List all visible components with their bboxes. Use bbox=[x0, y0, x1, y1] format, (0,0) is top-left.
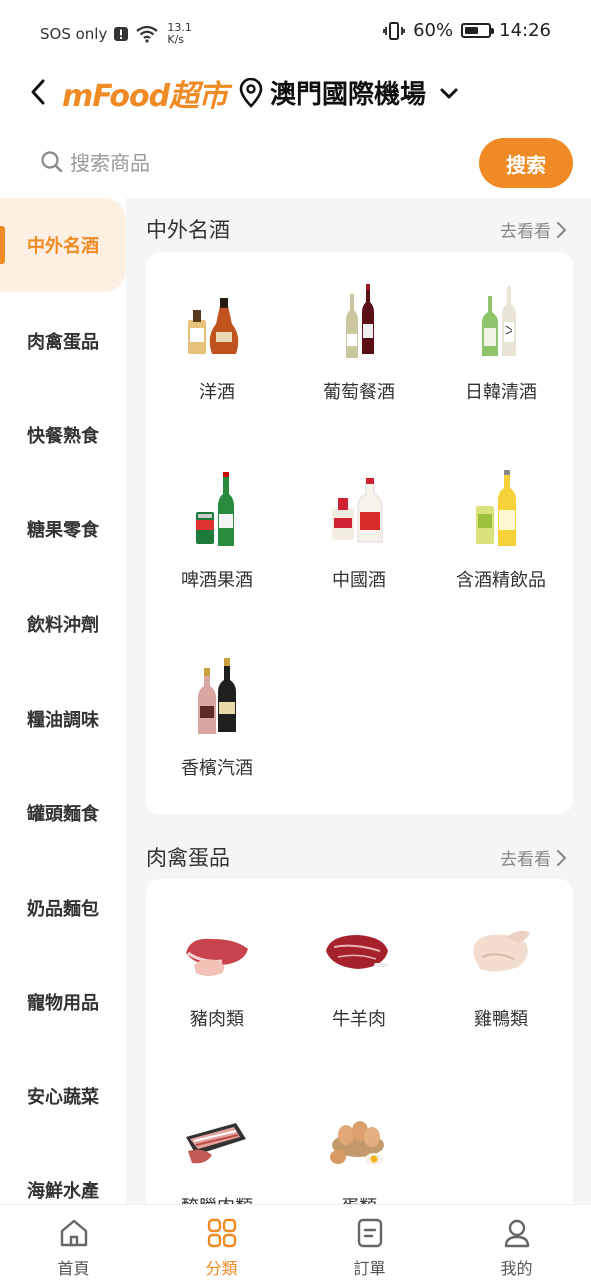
category-item-label: 中國酒 bbox=[332, 570, 386, 591]
pork-icon bbox=[186, 938, 248, 976]
category-sidebar: 中外名酒 肉禽蛋品 快餐熟食 糖果零食 飲料沖劑 糧油調味 罐頭麵食 奶品麵包 … bbox=[0, 198, 126, 1204]
sidebar-item-fast-food[interactable]: 快餐熟食 bbox=[0, 388, 126, 482]
sidebar-item-pet-supplies[interactable]: 寵物用品 bbox=[0, 955, 126, 1049]
nav-label: 我的 bbox=[500, 1259, 533, 1278]
section-header-meat-eggs: 肉禽蛋品 去看看 bbox=[146, 830, 573, 882]
chicken-icon bbox=[473, 930, 530, 972]
bottom-nav: 首頁 分類 訂單 我的 bbox=[0, 1204, 591, 1281]
wifi-icon bbox=[136, 25, 159, 43]
category-item-label: 香檳汽酒 bbox=[181, 758, 253, 779]
chevron-down-icon[interactable] bbox=[438, 82, 460, 104]
status-left: SOS only 13.1 K/s bbox=[40, 22, 192, 46]
sidebar-item-grains-seasoning[interactable]: 糧油調味 bbox=[0, 672, 126, 766]
category-item[interactable]: 中國酒 bbox=[288, 440, 430, 628]
sidebar-item-dairy-bread[interactable]: 奶品麵包 bbox=[0, 861, 126, 955]
nav-home[interactable]: 首頁 bbox=[0, 1205, 147, 1281]
wine-bottles-icon bbox=[346, 284, 374, 358]
category-item[interactable]: 醃臘肉類 bbox=[146, 1067, 288, 1204]
category-item[interactable]: 豬肉類 bbox=[146, 879, 288, 1067]
nav-category[interactable]: 分類 bbox=[148, 1205, 295, 1281]
nav-label: 分類 bbox=[205, 1259, 238, 1278]
category-item[interactable]: 蛋類 bbox=[288, 1067, 430, 1204]
cognac-bottle-icon bbox=[188, 298, 239, 354]
status-right: 60% 14:26 bbox=[383, 20, 551, 41]
section-header-liquor: 中外名酒 去看看 bbox=[146, 202, 573, 254]
category-item[interactable]: 啤酒果酒 bbox=[146, 440, 288, 628]
category-item-label: 啤酒果酒 bbox=[181, 570, 253, 591]
location-pin-icon[interactable] bbox=[238, 78, 264, 108]
category-card-liquor: 洋酒 葡萄餐酒 日韓清酒 啤酒果酒 中國酒 含酒精飲品 香檳汽酒 bbox=[146, 252, 573, 814]
sidebar-item-vegetables[interactable]: 安心蔬菜 bbox=[0, 1049, 126, 1143]
section-title: 肉禽蛋品 bbox=[146, 846, 230, 870]
sidebar-item-meat-eggs[interactable]: 肉禽蛋品 bbox=[0, 294, 126, 388]
category-item-label: 蛋類 bbox=[288, 1193, 430, 1204]
sake-bottles-icon bbox=[482, 286, 516, 356]
network-speed-unit: K/s bbox=[167, 33, 185, 46]
category-item-label: 雞鴨類 bbox=[474, 1009, 528, 1030]
nav-profile[interactable]: 我的 bbox=[443, 1205, 590, 1281]
category-item-label: 葡萄餐酒 bbox=[323, 382, 395, 403]
category-item-label: 豬肉類 bbox=[190, 1009, 244, 1030]
category-card-meat-eggs: 豬肉類 牛羊肉 雞鴨類 醃臘肉類 bbox=[146, 879, 573, 1204]
see-more-label: 去看看 bbox=[500, 850, 551, 870]
nav-label: 首頁 bbox=[57, 1259, 90, 1278]
alcopop-bottle-icon bbox=[476, 470, 516, 546]
category-item-label: 洋酒 bbox=[199, 382, 235, 403]
beer-bottle-icon bbox=[196, 472, 234, 546]
sidebar-item-liquor[interactable]: 中外名酒 bbox=[0, 198, 126, 292]
see-more-link[interactable]: 去看看 bbox=[500, 217, 567, 242]
sos-alert-icon bbox=[114, 27, 129, 41]
nav-label: 訂單 bbox=[353, 1259, 386, 1278]
category-item-label: 含酒精飲品 bbox=[456, 570, 546, 591]
category-item-label: 醃臘肉類 bbox=[146, 1193, 288, 1204]
category-icon bbox=[207, 1218, 237, 1248]
category-item[interactable]: 香檳汽酒 bbox=[146, 628, 288, 816]
battery-icon bbox=[461, 23, 495, 38]
category-item[interactable]: 洋酒 bbox=[146, 252, 288, 440]
category-content: 中外名酒 去看看 洋酒 葡萄餐酒 日韓清酒 啤酒果酒 中國酒 含酒精飲品 香檳汽… bbox=[126, 198, 591, 1204]
back-arrow-icon[interactable] bbox=[26, 76, 52, 108]
home-icon bbox=[60, 1219, 88, 1247]
network-speed: 13.1 K/s bbox=[167, 22, 192, 46]
sidebar-item-snacks[interactable]: 糖果零食 bbox=[0, 482, 126, 576]
sidebar-item-beverages[interactable]: 飲料沖劑 bbox=[0, 577, 126, 671]
category-item[interactable]: 含酒精飲品 bbox=[430, 440, 572, 628]
search-input[interactable] bbox=[68, 146, 452, 180]
eggs-icon bbox=[330, 1121, 384, 1165]
orders-icon bbox=[357, 1218, 383, 1248]
sidebar-item-canned-noodles[interactable]: 罐頭麵食 bbox=[0, 766, 126, 860]
chevron-right-icon bbox=[557, 849, 567, 866]
vibrate-icon bbox=[383, 21, 406, 40]
nav-orders[interactable]: 訂單 bbox=[296, 1205, 443, 1281]
search-bar: 搜索 bbox=[0, 132, 591, 194]
battery-percent: 60% bbox=[413, 20, 454, 41]
see-more-label: 去看看 bbox=[500, 222, 551, 242]
bacon-icon bbox=[186, 1123, 246, 1164]
category-item[interactable]: 牛羊肉 bbox=[288, 879, 430, 1067]
chevron-right-icon bbox=[557, 221, 567, 238]
category-item-label: 日韓清酒 bbox=[465, 382, 537, 403]
profile-icon bbox=[504, 1219, 530, 1248]
search-icon bbox=[41, 151, 63, 173]
carrier-text: SOS only bbox=[40, 25, 108, 43]
location-name[interactable]: 澳門國際機場 bbox=[270, 74, 426, 111]
category-item[interactable]: 日韓清酒 bbox=[430, 252, 572, 440]
see-more-link[interactable]: 去看看 bbox=[500, 845, 567, 870]
category-item[interactable]: 雞鴨類 bbox=[430, 879, 572, 1067]
beef-icon bbox=[326, 935, 388, 969]
champagne-bottles-icon bbox=[198, 658, 236, 734]
category-item[interactable]: 葡萄餐酒 bbox=[288, 252, 430, 440]
top-header: mFood超市 澳門國際機場 bbox=[0, 66, 591, 122]
category-item-label: 牛羊肉 bbox=[332, 1009, 386, 1030]
brand-logo: mFood超市 bbox=[62, 79, 228, 114]
status-bar: SOS only 13.1 K/s 60% 14:26 bbox=[0, 0, 591, 66]
search-button[interactable]: 搜索 bbox=[479, 138, 573, 188]
baijiu-bottle-icon bbox=[332, 478, 383, 543]
section-title: 中外名酒 bbox=[146, 218, 230, 242]
clock: 14:26 bbox=[499, 20, 551, 41]
